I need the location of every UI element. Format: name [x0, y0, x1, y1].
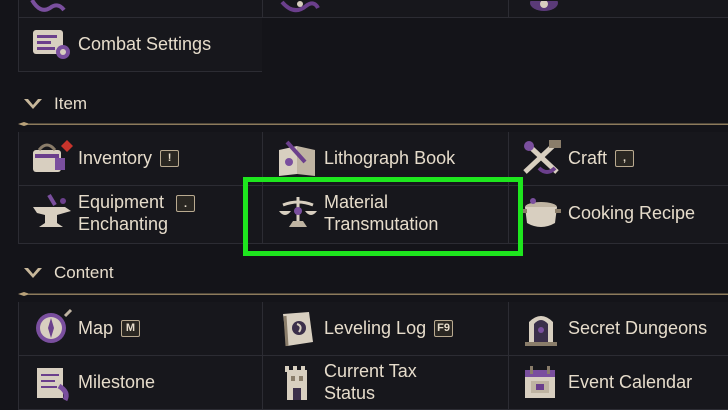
lithograph-book-button[interactable]: Lithograph Book: [272, 136, 455, 180]
book-icon: [272, 136, 324, 180]
cooking-recipe-label: Cooking Recipe: [568, 203, 696, 223]
tower-icon: [272, 360, 324, 404]
chevron-down-icon: [24, 99, 42, 109]
map-button[interactable]: Map M: [26, 306, 141, 350]
milestone-button[interactable]: Milestone: [26, 360, 155, 404]
section-item-header[interactable]: Item: [22, 94, 87, 114]
section-content-title: Content: [54, 263, 114, 282]
craft-hotkey: ,: [615, 149, 635, 167]
calendar-icon: [516, 360, 568, 404]
equipment-enchanting-line2: Enchanting: [78, 214, 169, 234]
inventory-hotkey: !: [160, 149, 180, 167]
partial-icon-3: [526, 0, 566, 18]
cooking-pot-icon: [516, 191, 568, 235]
secret-dungeons-label: Secret Dungeons: [568, 318, 708, 338]
material-transmutation-highlight: [243, 177, 523, 256]
event-calendar-label: Event Calendar: [568, 372, 693, 392]
scroll-icon: [26, 360, 78, 404]
combat-settings-label: Combat Settings: [78, 34, 212, 54]
milestone-label: Milestone: [78, 372, 156, 392]
compass-icon: [26, 306, 78, 350]
anvil-icon: [26, 191, 78, 235]
equipment-enchanting-line1: Equipment: [78, 192, 165, 212]
partial-icon-1: [28, 0, 68, 19]
current-tax-status-line1: Current Tax: [324, 361, 417, 381]
chevron-down-icon: [24, 268, 42, 278]
combat-settings-icon: [26, 22, 78, 66]
section-content-header[interactable]: Content: [22, 263, 114, 283]
current-tax-status-line2: Status: [324, 383, 376, 403]
inventory-label: Inventory: [78, 148, 153, 168]
map-label: Map: [78, 318, 114, 338]
section-item-divider: [18, 122, 728, 126]
inventory-bag-icon: [26, 136, 78, 180]
dungeon-gate-icon: [516, 306, 568, 350]
section-item-title: Item: [54, 94, 88, 113]
secret-dungeons-button[interactable]: Secret Dungeons: [516, 306, 707, 350]
map-hotkey: M: [121, 319, 141, 337]
craft-label: Craft: [568, 148, 608, 168]
leveling-log-button[interactable]: Leveling Log F9: [272, 306, 454, 350]
current-tax-status-button[interactable]: Current Tax Status: [272, 360, 417, 404]
event-calendar-button[interactable]: Event Calendar: [516, 360, 692, 404]
cooking-recipe-button[interactable]: Cooking Recipe: [516, 191, 695, 235]
equipment-enchanting-button[interactable]: Equipment Enchanting .: [26, 191, 196, 235]
combat-settings-button[interactable]: Combat Settings: [26, 22, 211, 66]
section-content-divider: [18, 292, 728, 296]
current-tax-status-labels: Current Tax Status: [324, 360, 417, 404]
crossed-tools-icon: [516, 136, 568, 180]
leveling-book-icon: [272, 306, 324, 350]
leveling-log-hotkey: F9: [434, 319, 454, 337]
inventory-button[interactable]: Inventory !: [26, 136, 180, 180]
craft-button[interactable]: Craft ,: [516, 136, 635, 180]
partial-icon-2: [280, 0, 320, 19]
lithograph-book-label: Lithograph Book: [324, 148, 456, 168]
equipment-enchanting-labels: Equipment Enchanting: [78, 191, 168, 235]
equipment-enchanting-hotkey: .: [176, 195, 196, 212]
leveling-log-label: Leveling Log: [324, 318, 427, 338]
